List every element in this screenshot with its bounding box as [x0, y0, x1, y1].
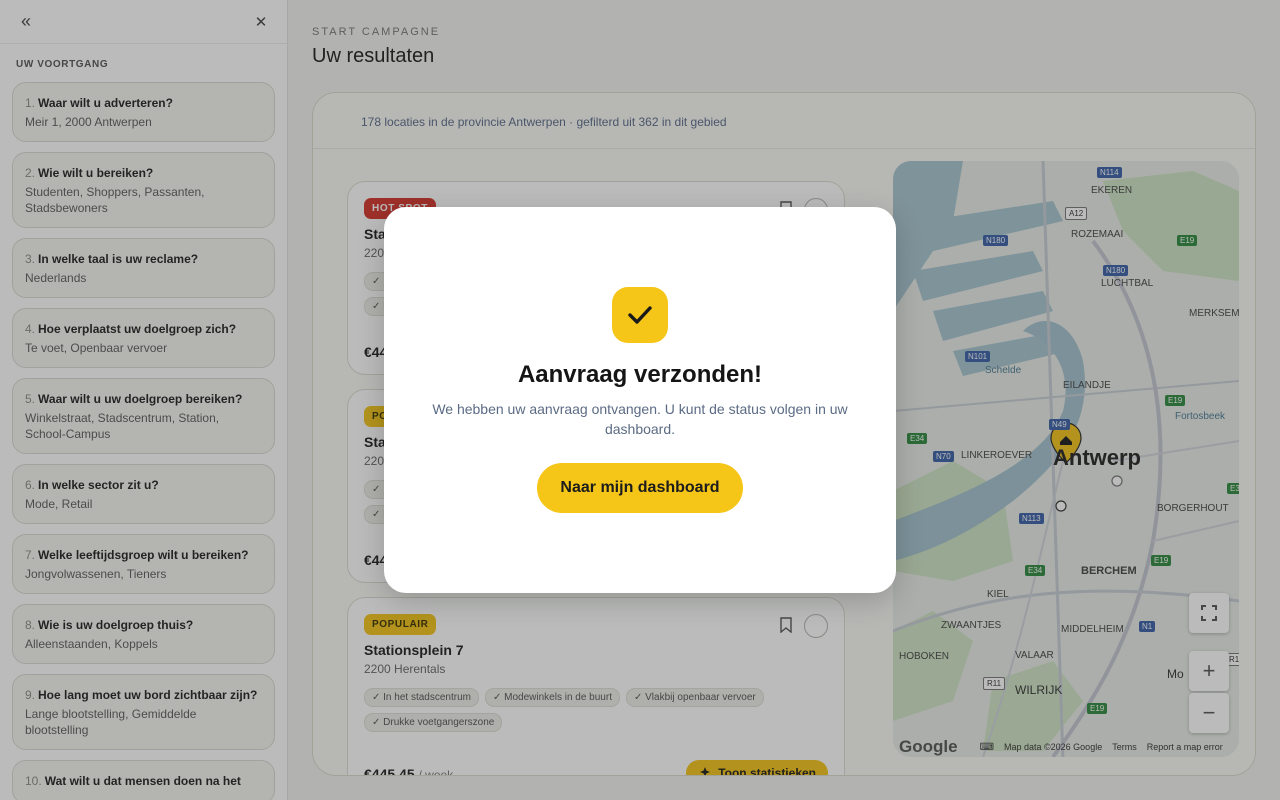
- checkmark-icon: [628, 306, 652, 324]
- success-check-badge: [612, 287, 668, 343]
- dialog-message: We hebben uw aanvraag ontvangen. U kunt …: [432, 401, 848, 437]
- dialog-title: Aanvraag verzonden!: [517, 361, 763, 388]
- success-dialog: Aanvraag verzonden! We hebben uw aanvraa…: [384, 207, 896, 593]
- go-to-dashboard-button[interactable]: Naar mijn dashboard: [537, 463, 743, 513]
